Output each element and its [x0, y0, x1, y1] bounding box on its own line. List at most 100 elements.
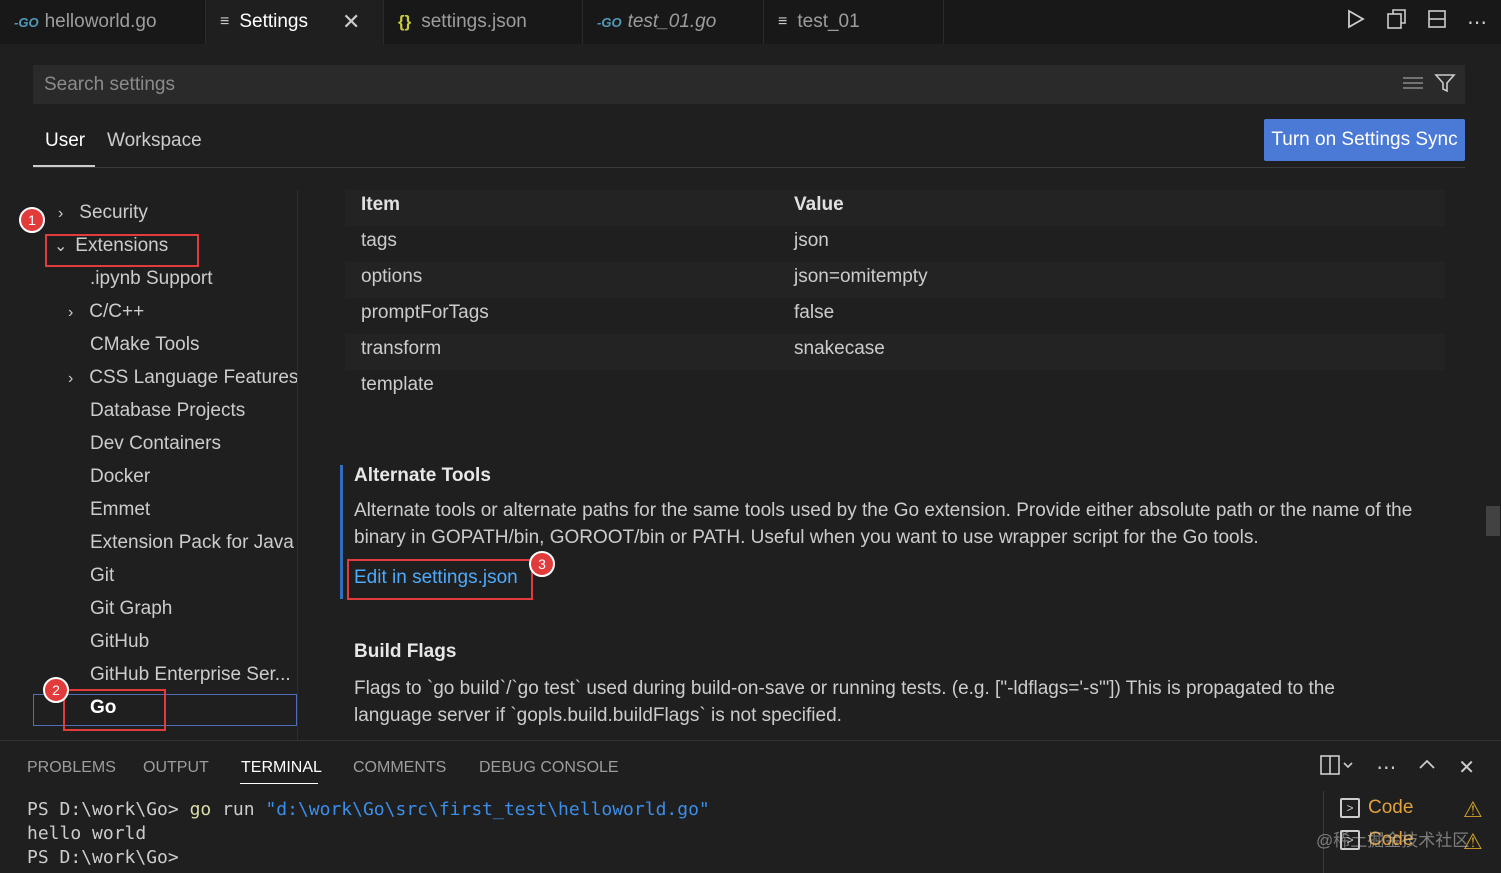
- tab-test-01-go[interactable]: -GO test_01.go: [583, 0, 764, 44]
- toc-item-git-graph[interactable]: Git Graph: [90, 598, 172, 620]
- toc-item-dev-containers[interactable]: Dev Containers: [90, 433, 221, 455]
- terminal-path-arg: "d:\work\Go\src\first_test\helloworld.go…: [265, 799, 710, 820]
- tab-problems[interactable]: PROBLEMS: [27, 759, 116, 777]
- run-icon[interactable]: [1347, 9, 1365, 35]
- more-actions-icon[interactable]: ⋯: [1376, 755, 1396, 781]
- terminal-prompt: PS D:\work\Go>: [27, 799, 190, 820]
- toc-item-label: CSS Language Features: [89, 367, 298, 388]
- toc-item-security[interactable]: › Security: [58, 202, 148, 224]
- table-row[interactable]: options json=omitempty: [345, 262, 1445, 298]
- table-row[interactable]: promptForTags false: [345, 298, 1445, 334]
- maximize-panel-icon[interactable]: [1418, 755, 1436, 781]
- tab-comments[interactable]: COMMENTS: [353, 759, 446, 777]
- toc-item-c-cpp[interactable]: › C/C++: [68, 301, 144, 323]
- toc-item-docker[interactable]: Docker: [90, 466, 150, 488]
- active-panel-tab-underline: [240, 783, 318, 784]
- toc-item-github[interactable]: GitHub: [90, 631, 149, 653]
- close-icon[interactable]: ✕: [342, 9, 360, 35]
- settings-lines-icon: ≡: [220, 13, 230, 30]
- annotation-marker-1: 1: [19, 207, 45, 233]
- annotation-marker-2: 2: [43, 677, 69, 703]
- toc-item-css-language-features[interactable]: › CSS Language Features: [68, 367, 298, 389]
- toc-item-extension-pack-java[interactable]: Extension Pack for Java: [90, 532, 294, 554]
- close-panel-icon[interactable]: ✕: [1458, 755, 1475, 781]
- settings-scope-bar: User Workspace Turn on Settings Sync: [33, 119, 1465, 168]
- chevron-right-icon: ›: [68, 370, 74, 387]
- terminal-entry[interactable]: > Code: [1340, 797, 1413, 819]
- scrollbar-thumb[interactable]: [1486, 506, 1500, 536]
- panel-actions: ⋯ ✕: [1320, 755, 1475, 781]
- toc-item-git[interactable]: Git: [90, 565, 114, 587]
- bottom-panel: PROBLEMS OUTPUT TERMINAL COMMENTS DEBUG …: [0, 740, 1501, 873]
- terminal-line-1: PS D:\work\Go> go run "d:\work\Go\src\fi…: [27, 799, 710, 820]
- go-icon: -GO: [14, 14, 39, 30]
- split-terminal-icon[interactable]: [1320, 755, 1354, 781]
- setting-title: Alternate Tools: [354, 465, 491, 486]
- split-editor-icon[interactable]: [1427, 9, 1447, 35]
- edit-in-settings-json-link[interactable]: Edit in settings.json: [354, 567, 518, 589]
- focused-setting-indicator: [340, 465, 343, 599]
- toc-item-github-enterprise[interactable]: GitHub Enterprise Ser...: [90, 664, 291, 686]
- table-row[interactable]: tags json: [345, 226, 1445, 262]
- tab-test-01[interactable]: ≡ test_01: [764, 0, 944, 44]
- editor-tab-bar: -GO helloworld.go ≡ Settings ✕ {} settin…: [0, 0, 1501, 44]
- search-settings-input[interactable]: Search settings: [33, 65, 1465, 104]
- settings-toc: › Security ⌄ Extensions .ipynb Support ›…: [0, 190, 298, 740]
- setting-description-line: binary in GOPATH/bin, GOROOT/bin or PATH…: [354, 527, 1259, 548]
- terminal-command: go: [189, 799, 212, 820]
- toc-item-database-projects[interactable]: Database Projects: [90, 400, 245, 422]
- toc-item-label: Security: [79, 202, 148, 223]
- column-header-value: Value: [794, 194, 844, 215]
- cell-item: tags: [361, 230, 397, 251]
- highlight-box-go: [63, 689, 166, 731]
- column-header-item: Item: [361, 194, 401, 215]
- more-actions-icon[interactable]: ⋯: [1467, 10, 1487, 35]
- terminal-subcommand: run: [211, 799, 266, 820]
- table-row[interactable]: transform snakecase: [345, 334, 1445, 370]
- tab-settings-json[interactable]: {} settings.json: [384, 0, 583, 44]
- cell-value: snakecase: [794, 338, 885, 359]
- cell-item: options: [361, 266, 423, 287]
- toc-item-emmet[interactable]: Emmet: [90, 499, 150, 521]
- tab-debug-console[interactable]: DEBUG CONSOLE: [479, 759, 619, 777]
- turn-on-settings-sync-button[interactable]: Turn on Settings Sync: [1264, 119, 1465, 161]
- active-tab-underline: [33, 165, 95, 167]
- tab-user[interactable]: User: [45, 130, 85, 152]
- setting-description-line: Flags to `go build`/`go test` used durin…: [354, 678, 1335, 699]
- setting-build-flags: Build Flags Flags to `go build`/`go test…: [340, 641, 1450, 731]
- filter-icon[interactable]: [1434, 73, 1456, 99]
- watermark: @稀土掘金技术社区: [1316, 831, 1470, 850]
- tab-settings[interactable]: ≡ Settings ✕: [206, 0, 384, 44]
- clear-filter-icon[interactable]: [1402, 73, 1424, 99]
- setting-description-line: language server if `gopls.build.buildFla…: [354, 705, 842, 726]
- tab-terminal[interactable]: TERMINAL: [241, 759, 322, 777]
- open-settings-json-icon[interactable]: [1385, 8, 1407, 36]
- search-placeholder: Search settings: [44, 73, 175, 95]
- highlight-box-extensions: [45, 234, 199, 267]
- tab-output[interactable]: OUTPUT: [143, 759, 209, 777]
- cell-item: template: [361, 374, 434, 395]
- toc-item-ipynb-support[interactable]: .ipynb Support: [90, 268, 213, 290]
- editor-actions: ⋯: [1347, 0, 1487, 44]
- table-row[interactable]: template: [345, 370, 1445, 406]
- setting-alternate-tools: Alternate Tools Alternate tools or alter…: [340, 465, 1450, 599]
- tab-workspace[interactable]: Workspace: [107, 130, 202, 152]
- tab-label: helloworld.go: [44, 11, 157, 32]
- cell-value: json=omitempty: [794, 266, 928, 287]
- cell-value: false: [794, 302, 835, 323]
- cell-item: promptForTags: [361, 302, 489, 323]
- tab-label: Settings: [239, 11, 308, 32]
- tab-label: test_01.go: [627, 11, 717, 32]
- tab-helloworld-go[interactable]: -GO helloworld.go: [0, 0, 206, 44]
- toc-item-label: C/C++: [89, 301, 145, 322]
- warning-icon: ⚠: [1463, 797, 1483, 822]
- terminal-entry-label: Code: [1368, 797, 1414, 818]
- tab-label: settings.json: [421, 11, 527, 32]
- lines-icon: ≡: [778, 13, 788, 30]
- terminal-output: hello world: [27, 823, 147, 844]
- toc-item-cmake-tools[interactable]: CMake Tools: [90, 334, 199, 356]
- chevron-right-icon: ›: [58, 205, 64, 222]
- table-header-row: Item Value: [345, 190, 1445, 226]
- tab-label: test_01: [797, 11, 860, 32]
- chevron-right-icon: ›: [68, 304, 74, 321]
